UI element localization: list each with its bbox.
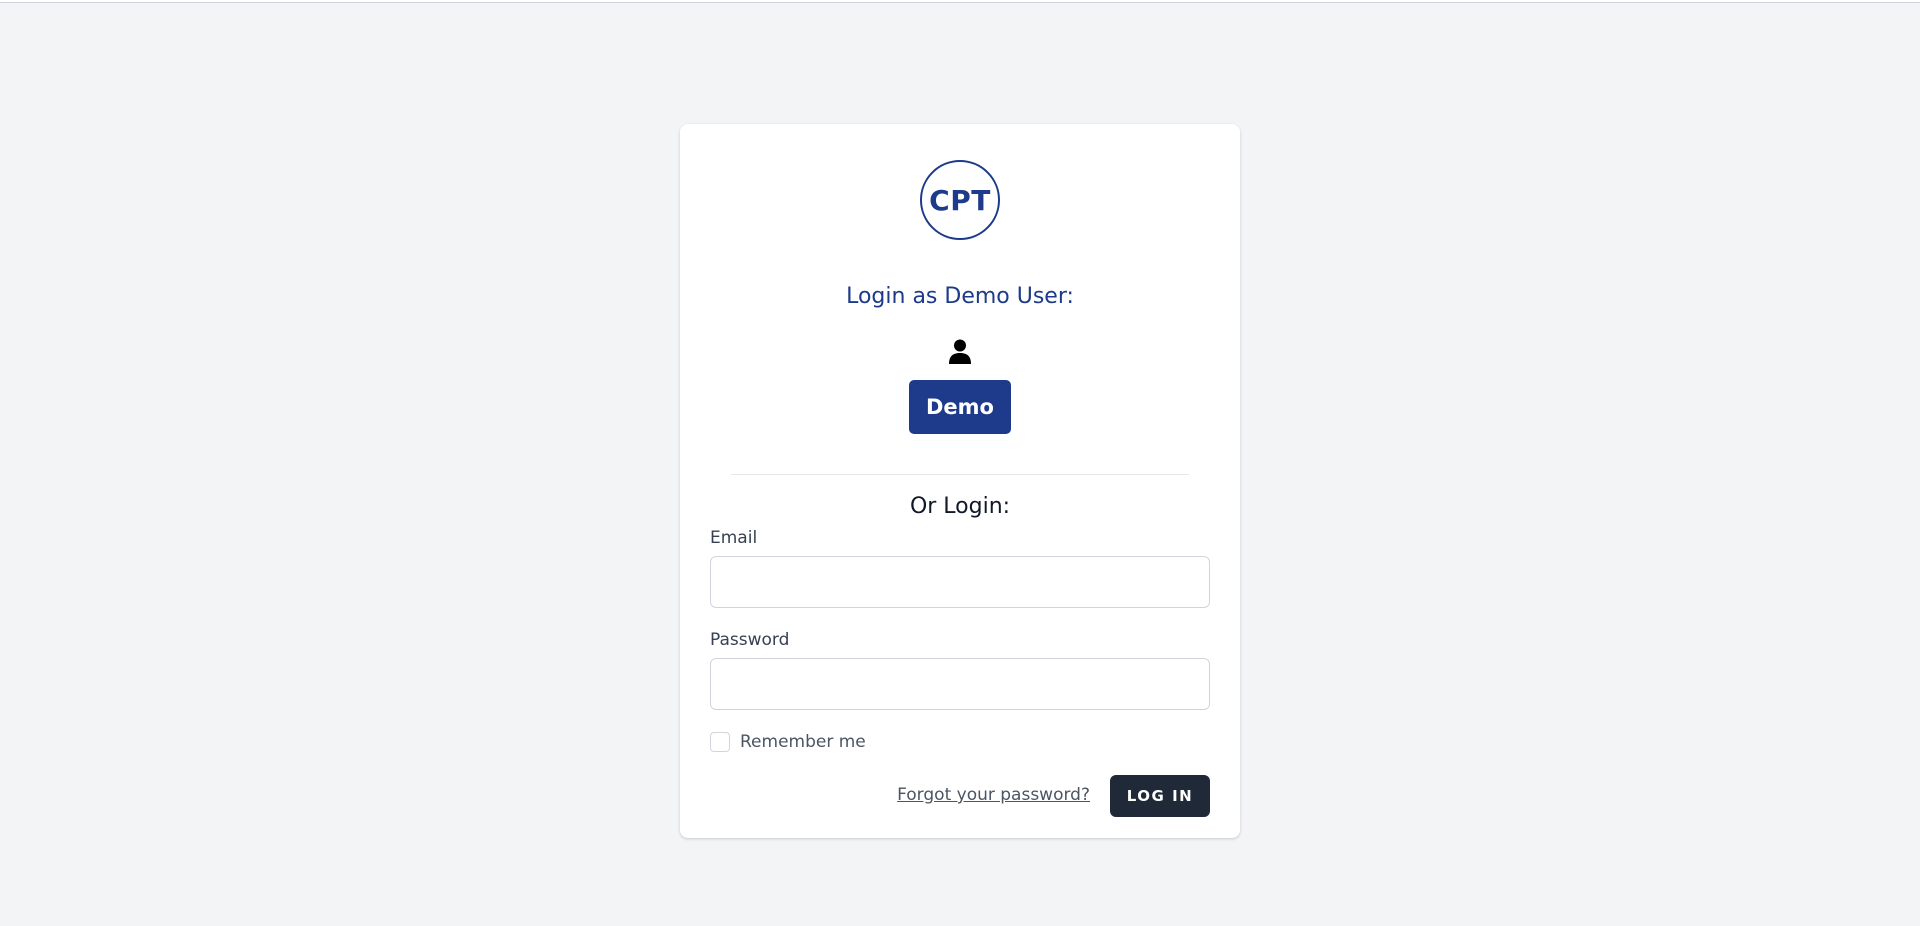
- remember-me-row: Remember me: [710, 732, 866, 752]
- demo-login-heading: Login as Demo User:: [846, 284, 1074, 309]
- cpt-logo: CPT: [920, 160, 1000, 240]
- divider: [731, 474, 1189, 475]
- login-button[interactable]: LOG IN: [1110, 775, 1210, 817]
- remember-me-label: Remember me: [740, 732, 866, 752]
- or-login-heading: Or Login:: [909, 494, 1011, 519]
- email-field[interactable]: [710, 556, 1210, 608]
- remember-me-checkbox[interactable]: [710, 732, 730, 752]
- password-label: Password: [710, 630, 790, 650]
- logo-text: CPT: [929, 183, 991, 217]
- login-card: CPT Login as Demo User: Demo Or Login: E…: [680, 124, 1240, 838]
- top-border: [0, 0, 1920, 3]
- demo-login-button[interactable]: Demo: [909, 380, 1011, 434]
- user-icon: [948, 338, 972, 366]
- forgot-password-link[interactable]: Forgot your password?: [897, 785, 1090, 805]
- password-field[interactable]: [710, 658, 1210, 710]
- email-label: Email: [710, 528, 758, 548]
